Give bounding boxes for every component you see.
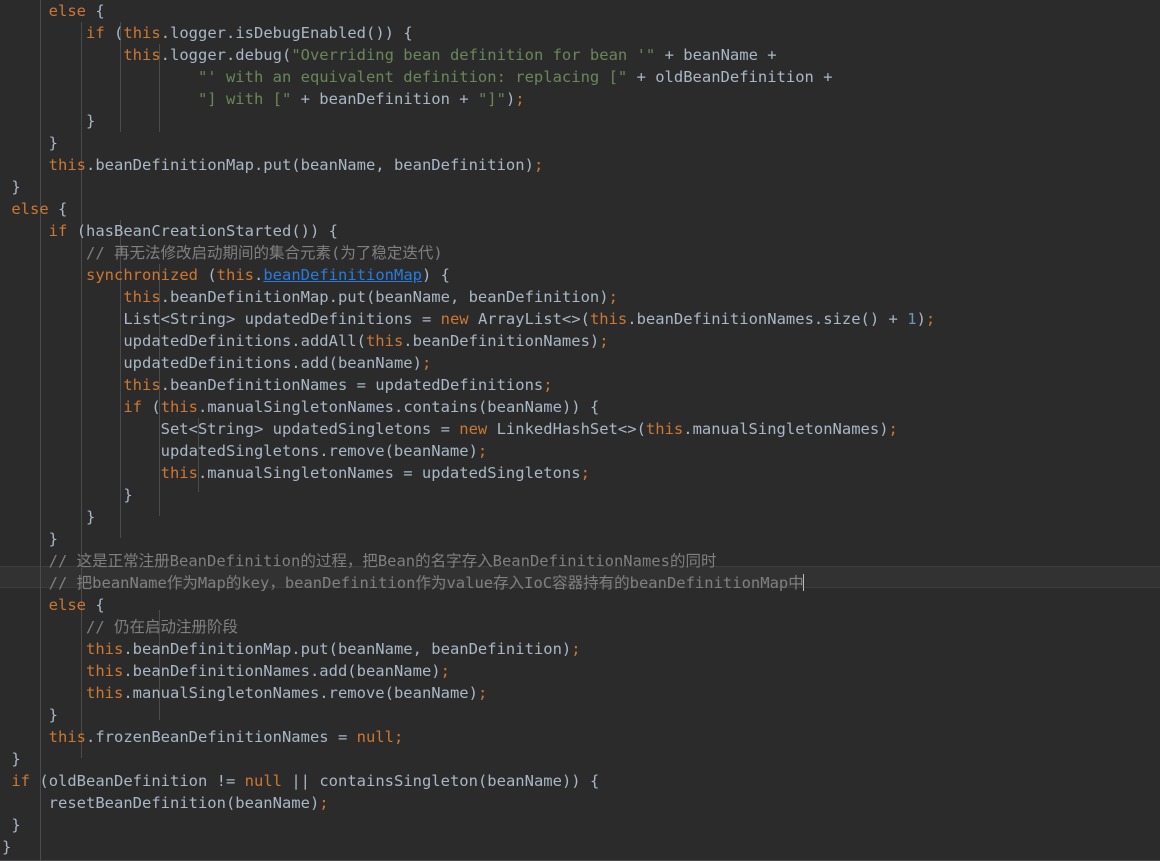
code-line-37: resetBeanDefinition(beanName); — [48, 794, 329, 812]
code-line-26: // 这是正常注册BeanDefinition的过程，把Bean的名字存入Bea… — [48, 552, 717, 570]
code-line-39: } — [2, 838, 12, 856]
code-line-25: } — [48, 530, 59, 548]
code-line-15: List<String> updatedDefinitions = new Ar… — [123, 310, 936, 328]
code-line-10: else { — [11, 200, 68, 218]
code-line-11: if (hasBeanCreationStarted()) { — [48, 222, 338, 240]
source-code[interactable]: else { if (this.logger.isDebugEnabled())… — [0, 0, 1160, 858]
code-line-13: synchronized (this.beanDefinitionMap) { — [86, 266, 450, 284]
code-line-24: } — [86, 508, 96, 526]
code-line-29: // 仍在启动注册阶段 — [86, 618, 238, 636]
code-line-4: "' with an equivalent definition: replac… — [197, 68, 833, 86]
code-line-27: // 把beanName作为Map的key，beanDefinition作为va… — [48, 574, 804, 592]
code-line-8: this.beanDefinitionMap.put(beanName, bea… — [48, 156, 544, 174]
code-line-35: } — [11, 750, 21, 768]
code-line-2: if (this.logger.isDebugEnabled()) { — [86, 24, 413, 42]
code-line-17: updatedDefinitions.add(beanName); — [123, 354, 432, 372]
code-line-38: } — [11, 816, 21, 834]
code-line-30: this.beanDefinitionMap.put(beanName, bea… — [86, 640, 581, 658]
code-line-1: else { — [48, 2, 105, 20]
code-line-31: this.beanDefinitionNames.add(beanName); — [86, 662, 450, 680]
code-line-19: if (this.manualSingletonNames.contains(b… — [123, 398, 600, 416]
code-line-7: } — [48, 134, 59, 152]
code-line-23: } — [123, 486, 133, 504]
code-line-36: if (oldBeanDefinition != null || contain… — [11, 772, 600, 790]
code-line-5: "] with [" + beanDefinition + "]"); — [197, 90, 525, 108]
code-line-21: updatedSingletons.remove(beanName); — [160, 442, 488, 460]
code-line-18: this.beanDefinitionNames = updatedDefini… — [123, 376, 553, 394]
code-line-33: } — [48, 706, 59, 724]
code-line-22: this.manualSingletonNames = updatedSingl… — [160, 464, 590, 482]
code-editor[interactable]: else { if (this.logger.isDebugEnabled())… — [0, 0, 1160, 861]
code-line-12: // 再无法修改启动期间的集合元素(为了稳定迭代) — [86, 244, 443, 262]
code-line-20: Set<String> updatedSingletons = new Link… — [160, 420, 898, 438]
code-line-6: } — [86, 112, 96, 130]
code-line-9: } — [11, 178, 21, 196]
code-line-34: this.frozenBeanDefinitionNames = null; — [48, 728, 404, 746]
code-line-14: this.beanDefinitionMap.put(beanName, bea… — [123, 288, 618, 306]
code-line-32: this.manualSingletonNames.remove(beanNam… — [86, 684, 488, 702]
code-line-28: else { — [48, 596, 105, 614]
code-line-3: this.logger.debug("Overriding bean defin… — [123, 46, 777, 64]
code-line-16: updatedDefinitions.addAll(this.beanDefin… — [123, 332, 609, 350]
text-caret — [802, 574, 804, 591]
